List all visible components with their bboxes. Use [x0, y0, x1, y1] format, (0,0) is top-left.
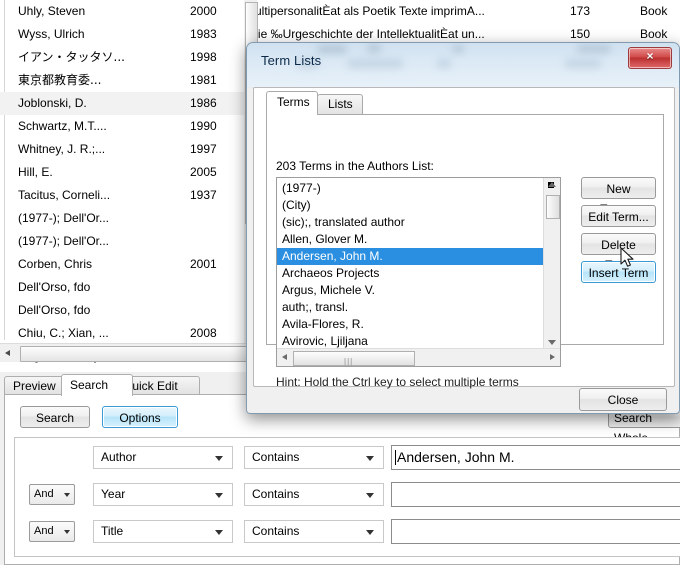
titlebar-blur-artifact	[577, 45, 611, 53]
titlebar-blur-artifact	[317, 45, 347, 54]
close-icon[interactable]: ×	[628, 47, 672, 69]
field-dropdown[interactable]: Title	[93, 520, 233, 543]
cell-year: 1986	[190, 96, 217, 110]
search-value-input[interactable]	[391, 519, 680, 544]
chevron-down-icon	[366, 456, 374, 461]
dialog-tab-terms[interactable]: Terms	[266, 91, 318, 115]
search-criteria-row: And Title Contains	[15, 518, 680, 546]
close-glyph: ×	[646, 49, 654, 63]
search-value-input[interactable]: Andersen, John M.	[391, 445, 680, 470]
scroll-down-arrow-icon[interactable]	[548, 340, 556, 345]
search-criteria-row: Author Contains Andersen, John M.	[15, 444, 680, 472]
cell-author: Corben, Chris	[18, 257, 93, 271]
titlebar-blur-artifact	[565, 59, 601, 68]
edit-term-button[interactable]: Edit Term...	[581, 205, 656, 227]
term-list-item[interactable]: auth;, transl.	[277, 299, 560, 316]
operator-dropdown[interactable]: Contains	[244, 446, 384, 469]
cell-year: 1998	[190, 50, 217, 64]
search-value-input[interactable]	[391, 482, 680, 507]
scroll-left-arrow-icon[interactable]	[0, 344, 17, 362]
term-count-label: 203 Terms in the Authors List:	[276, 159, 434, 173]
titlebar-blur-artifact	[452, 45, 464, 53]
text-caret	[395, 450, 396, 465]
cell-year: 1983	[190, 27, 217, 41]
cell-year: 2001	[190, 257, 217, 271]
cell-author: 東京都教育委...	[18, 73, 102, 87]
term-list-item[interactable]: Archaeos Projects	[277, 265, 560, 282]
search-criteria-panel: Author Contains Andersen, John M. And Year Co…	[14, 437, 680, 557]
chevron-down-icon	[366, 493, 374, 498]
chevron-down-icon	[215, 493, 223, 498]
cell-author: イアン・タッタソ...	[18, 50, 125, 64]
term-list-item[interactable]: (City)	[277, 197, 560, 214]
cell-author: Wyss, Ulrich	[18, 27, 85, 41]
mouse-cursor-icon	[620, 247, 634, 267]
operator-dropdown[interactable]: Contains	[244, 520, 384, 543]
scroll-thumb[interactable]	[546, 195, 560, 219]
cell-author: Tacitus, Corneli...	[18, 188, 111, 202]
close-button[interactable]: Close	[579, 388, 667, 411]
term-list-item[interactable]: (1977-)	[277, 180, 560, 197]
cell-year: 2008	[190, 326, 217, 340]
bottom-tab-search[interactable]: Search	[61, 374, 133, 396]
scroll-right-arrow-icon[interactable]	[550, 354, 555, 360]
cell-author: Uhly, Steven	[18, 4, 86, 18]
term-lists-dialog[interactable]: Term Lists × Terms Lists 203 Terms in the…	[246, 42, 680, 414]
chevron-down-icon	[215, 456, 223, 461]
cell-author: Schwartz, M.T....	[18, 119, 107, 133]
cell-author: Chiu, C.; Xian, ...	[18, 326, 109, 340]
search-criteria-row: And Year Contains	[15, 481, 680, 509]
chevron-down-icon	[215, 530, 223, 535]
field-dropdown[interactable]: Author	[93, 446, 233, 469]
conjunction-dropdown[interactable]: And	[29, 521, 75, 542]
dialog-body: Terms Lists 203 Terms in the Authors List…	[253, 87, 675, 389]
scroll-thumb[interactable]: |||	[293, 351, 415, 366]
conjunction-dropdown[interactable]: And	[29, 484, 75, 505]
cell-author: (1977-); Dell'Or...	[18, 234, 109, 248]
options-button[interactable]: Options	[102, 406, 178, 428]
cell-year: 2005	[190, 165, 217, 179]
cell-year: 2000	[190, 4, 217, 18]
term-list-item[interactable]: (sic);, translated author	[277, 214, 560, 231]
titlebar-blur-artifact	[367, 44, 381, 53]
search-value-text: Andersen, John M.	[397, 449, 515, 465]
chevron-down-icon	[64, 530, 70, 534]
term-list-item[interactable]: Argus, Michele V.	[277, 282, 560, 299]
hint-text: Hint: Hold the Ctrl key to select multip…	[276, 375, 519, 389]
cell-year: 1997	[190, 142, 217, 156]
cell-type: Book	[640, 4, 668, 18]
term-list-item[interactable]: Avila-Flores, R.	[277, 316, 560, 333]
cell-pages: 173	[570, 4, 591, 18]
cell-year: 1990	[190, 119, 217, 133]
term-list-item[interactable]: Andersen, John M.	[277, 248, 560, 265]
terms-vertical-scrollbar[interactable]	[543, 178, 560, 350]
cell-author: (1977-); Dell'Or...	[18, 211, 109, 225]
titlebar-blur-artifact	[347, 59, 403, 68]
search-button[interactable]: Search	[20, 406, 90, 428]
cell-author: Dell'Orso, fdo	[18, 303, 91, 317]
new-term-button[interactable]: New Term...	[581, 177, 656, 216]
table-row[interactable]: Uhly, Steven 2000 MultipersonalitÈat als P…	[0, 0, 680, 23]
dialog-title: Term Lists	[261, 53, 322, 68]
grip-icon: |||	[344, 357, 354, 366]
dialog-tab-lists[interactable]: Lists	[317, 94, 363, 114]
cell-author: Joblonski, D.	[18, 96, 87, 110]
cell-author: Whitney, J. R.;...	[18, 142, 106, 156]
chevron-down-icon	[64, 493, 70, 497]
cell-year: 1937	[190, 188, 217, 202]
cell-author: Hill, E.	[18, 165, 53, 179]
titlebar-blur-artifact	[437, 59, 451, 68]
cell-title: MultipersonalitÈat als Poetik Texte impr…	[245, 4, 485, 18]
field-dropdown[interactable]: Year	[93, 483, 233, 506]
scroll-left-arrow-icon[interactable]	[282, 354, 287, 360]
chevron-down-icon	[366, 530, 374, 535]
terms-listbox[interactable]: (1977-) (City) (sic);, translated author Al…	[276, 177, 561, 367]
terms-horizontal-scrollbar[interactable]: |||	[277, 348, 560, 366]
dialog-frame: Term Lists × Terms Lists 203 Terms in the…	[246, 42, 680, 414]
dialog-footer: Close	[247, 388, 679, 413]
cell-year: 1981	[190, 73, 217, 87]
operator-dropdown[interactable]: Contains	[244, 483, 384, 506]
cell-author: Dell'Orso, fdo	[18, 280, 91, 294]
term-list-item[interactable]: Allen, Glover M.	[277, 231, 560, 248]
